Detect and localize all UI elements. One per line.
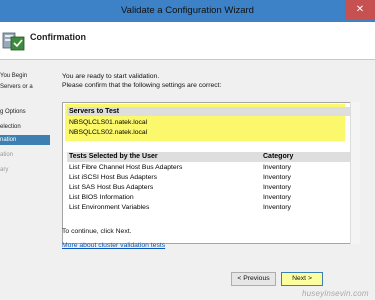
test-category: Inventory — [263, 164, 291, 171]
main-content: You are ready to start validation. Pleas… — [52, 61, 375, 267]
server-row: NBSQLCLS02.natek.local — [69, 129, 148, 136]
step-validating: ation — [0, 152, 14, 158]
table-row: List Environment Variables Inventory — [67, 203, 357, 212]
settings-list[interactable]: Servers to Test NBSQLCLS01.natek.local N… — [62, 102, 360, 244]
close-icon: ✕ — [355, 4, 365, 15]
title-bar: Validate a Configuration Wizard ✕ — [0, 0, 375, 22]
test-name: List Fibre Channel Host Bus Adapters — [69, 164, 183, 171]
test-name: List Environment Variables — [69, 204, 150, 211]
intro-line-2: Please confirm that the following settin… — [62, 82, 222, 89]
step-testing-options[interactable]: g Options — [0, 107, 50, 117]
close-button[interactable]: ✕ — [345, 0, 375, 19]
wizard-steps-nav: You Begin Servers or a g Options electio… — [0, 61, 50, 255]
intro-line-1: You are ready to start validation. — [62, 73, 160, 80]
page-heading: Confirmation — [30, 32, 86, 42]
server-row: NBSQLCLS01.natek.local — [69, 119, 148, 126]
step-confirmation[interactable]: nation — [0, 135, 50, 145]
step-test-selection[interactable]: election — [0, 122, 50, 132]
previous-button[interactable]: < Previous — [231, 272, 276, 286]
window-title: Validate a Configuration Wizard — [121, 5, 254, 16]
table-row: List iSCSI Host Bus Adapters Inventory — [67, 173, 357, 182]
category-column-header: Category — [263, 153, 294, 160]
test-name: List BIOS Information — [69, 194, 134, 201]
test-name: List iSCSI Host Bus Adapters — [69, 174, 158, 181]
step-summary: ary — [0, 167, 9, 173]
intro-text: You are ready to start validation. Pleas… — [62, 72, 221, 90]
table-row: List SAS Host Bus Adapters Inventory — [67, 183, 357, 192]
watermark-text: huseyinsevin.com — [302, 289, 369, 298]
list-scrollbar[interactable] — [350, 102, 360, 244]
more-info-link[interactable]: More about cluster validation tests — [62, 242, 165, 249]
tests-header-row: Tests Selected by the User Category — [67, 152, 357, 162]
test-category: Inventory — [263, 204, 291, 211]
test-name: List SAS Host Bus Adapters — [69, 184, 154, 191]
table-row: List Fibre Channel Host Bus Adapters Inv… — [67, 163, 357, 172]
continue-instruction: To continue, click Next. — [62, 228, 132, 235]
test-category: Inventory — [263, 194, 291, 201]
tests-column-header: Tests Selected by the User — [69, 153, 158, 160]
test-category: Inventory — [263, 174, 291, 181]
test-category: Inventory — [263, 184, 291, 191]
step-select-servers[interactable]: Servers or a — [0, 82, 50, 92]
step-before-you-begin[interactable]: You Begin — [0, 71, 50, 81]
table-row: List BIOS Information Inventory — [67, 193, 357, 202]
wizard-header: Confirmation — [0, 22, 375, 60]
wizard-icon — [2, 32, 25, 51]
next-button[interactable]: Next > — [281, 272, 323, 286]
servers-heading: Servers to Test — [67, 107, 357, 116]
